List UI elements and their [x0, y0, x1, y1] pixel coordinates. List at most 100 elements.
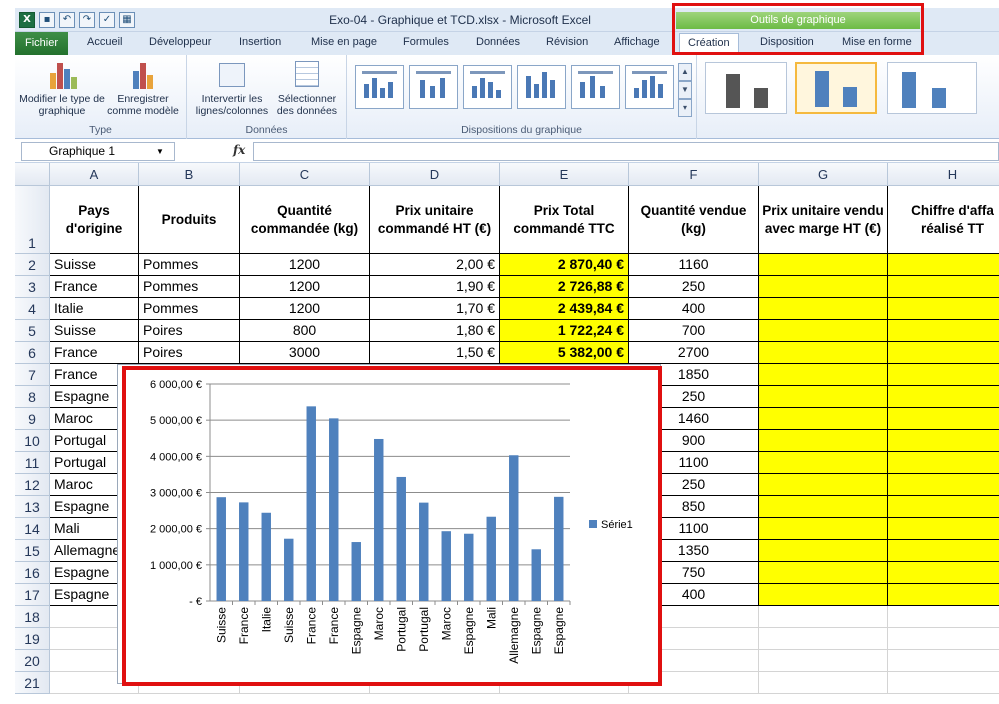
undo-icon[interactable]: ↶ [59, 12, 75, 28]
cell-a3[interactable]: France [50, 276, 139, 298]
cell-h5[interactable] [888, 320, 999, 342]
change-chart-type-button[interactable]: Modifier le type de graphique [19, 59, 105, 117]
tab-donnees[interactable]: Données [476, 36, 520, 48]
cell-h21[interactable] [888, 672, 999, 694]
cell-g13[interactable] [759, 496, 888, 518]
row-header-11[interactable]: 11 [15, 452, 50, 474]
save-icon[interactable]: ▪ [39, 12, 55, 28]
redo-icon[interactable]: ↷ [79, 12, 95, 28]
chart-style-3[interactable] [887, 62, 977, 114]
cell-h17[interactable] [888, 584, 999, 606]
row-header-15[interactable]: 15 [15, 540, 50, 562]
name-box-dropdown-icon[interactable]: ▼ [156, 147, 164, 156]
cell-c6[interactable]: 3000 [240, 342, 370, 364]
cell-a6[interactable]: France [50, 342, 139, 364]
save-template-button[interactable]: Enregistrer comme modèle [103, 59, 183, 117]
row-header-5[interactable]: 5 [15, 320, 50, 342]
cell-e6[interactable]: 5 382,00 € [500, 342, 629, 364]
tab-fichier[interactable]: Fichier [15, 32, 68, 55]
formula-input[interactable] [253, 142, 999, 161]
cell-b5[interactable]: Poires [139, 320, 240, 342]
tab-insertion[interactable]: Insertion [239, 36, 281, 48]
cell-f6[interactable]: 2700 [629, 342, 759, 364]
cell-g11[interactable] [759, 452, 888, 474]
tab-mise-en-page[interactable]: Mise en page [311, 36, 377, 48]
cell-g21[interactable] [759, 672, 888, 694]
form-icon[interactable]: ▦ [119, 12, 135, 28]
row-header-2[interactable]: 2 [15, 254, 50, 276]
layouts-scroll-down-icon[interactable]: ▼ [678, 81, 692, 99]
chart-layout-4[interactable] [517, 65, 566, 109]
header-cell-d[interactable]: Prix unitaire commandé HT (€) [370, 186, 500, 254]
cell-c5[interactable]: 800 [240, 320, 370, 342]
fx-icon[interactable]: fx [233, 143, 245, 157]
cell-g10[interactable] [759, 430, 888, 452]
cell-h14[interactable] [888, 518, 999, 540]
header-cell-a[interactable]: Pays d'origine [50, 186, 139, 254]
chart-style-1[interactable] [705, 62, 787, 114]
cell-g9[interactable] [759, 408, 888, 430]
cell-h4[interactable] [888, 298, 999, 320]
cell-h13[interactable] [888, 496, 999, 518]
cell-a4[interactable]: Italie [50, 298, 139, 320]
cell-h20[interactable] [888, 650, 999, 672]
cell-g3[interactable] [759, 276, 888, 298]
cell-d3[interactable]: 1,90 € [370, 276, 500, 298]
column-header-e[interactable]: E [500, 163, 629, 186]
tab-revision[interactable]: Révision [546, 36, 588, 48]
cell-f3[interactable]: 250 [629, 276, 759, 298]
column-header-h[interactable]: H [888, 163, 999, 186]
cell-f4[interactable]: 400 [629, 298, 759, 320]
cell-h15[interactable] [888, 540, 999, 562]
chart-style-2[interactable] [795, 62, 877, 114]
cell-e4[interactable]: 2 439,84 € [500, 298, 629, 320]
cell-g5[interactable] [759, 320, 888, 342]
row-header-4[interactable]: 4 [15, 298, 50, 320]
row-header-14[interactable]: 14 [15, 518, 50, 540]
cell-g18[interactable] [759, 606, 888, 628]
name-box[interactable]: Graphique 1 [21, 142, 175, 161]
cell-h18[interactable] [888, 606, 999, 628]
tab-affichage[interactable]: Affichage [614, 36, 660, 48]
chart-layout-6[interactable] [625, 65, 674, 109]
cell-d5[interactable]: 1,80 € [370, 320, 500, 342]
cell-c2[interactable]: 1200 [240, 254, 370, 276]
row-header-1[interactable]: 1 [15, 186, 50, 254]
spellcheck-icon[interactable]: ✓ [99, 12, 115, 28]
tab-accueil[interactable]: Accueil [87, 36, 122, 48]
cell-d6[interactable]: 1,50 € [370, 342, 500, 364]
cell-h3[interactable] [888, 276, 999, 298]
row-header-6[interactable]: 6 [15, 342, 50, 364]
row-header-16[interactable]: 16 [15, 562, 50, 584]
column-header-a[interactable]: A [50, 163, 139, 186]
cell-h9[interactable] [888, 408, 999, 430]
row-header-7[interactable]: 7 [15, 364, 50, 386]
cell-e3[interactable]: 2 726,88 € [500, 276, 629, 298]
cell-f2[interactable]: 1160 [629, 254, 759, 276]
row-header-13[interactable]: 13 [15, 496, 50, 518]
chart-layout-3[interactable] [463, 65, 512, 109]
cell-b2[interactable]: Pommes [139, 254, 240, 276]
select-data-button[interactable]: Sélectionner des données [271, 59, 343, 117]
layouts-scroll-up-icon[interactable]: ▲ [678, 63, 692, 81]
cell-g8[interactable] [759, 386, 888, 408]
row-header-3[interactable]: 3 [15, 276, 50, 298]
cell-a2[interactable]: Suisse [50, 254, 139, 276]
cell-b6[interactable]: Poires [139, 342, 240, 364]
column-header-b[interactable]: B [139, 163, 240, 186]
chart-layout-2[interactable] [409, 65, 458, 109]
cell-h10[interactable] [888, 430, 999, 452]
cell-g17[interactable] [759, 584, 888, 606]
tab-developpeur[interactable]: Développeur [149, 36, 211, 48]
cell-g14[interactable] [759, 518, 888, 540]
cell-h12[interactable] [888, 474, 999, 496]
cell-f5[interactable]: 700 [629, 320, 759, 342]
cell-e5[interactable]: 1 722,24 € [500, 320, 629, 342]
cell-h19[interactable] [888, 628, 999, 650]
cell-b4[interactable]: Pommes [139, 298, 240, 320]
column-header-g[interactable]: G [759, 163, 888, 186]
cell-d2[interactable]: 2,00 € [370, 254, 500, 276]
row-header-18[interactable]: 18 [15, 606, 50, 628]
row-header-9[interactable]: 9 [15, 408, 50, 430]
layouts-more-icon[interactable]: ▾ [678, 99, 692, 117]
